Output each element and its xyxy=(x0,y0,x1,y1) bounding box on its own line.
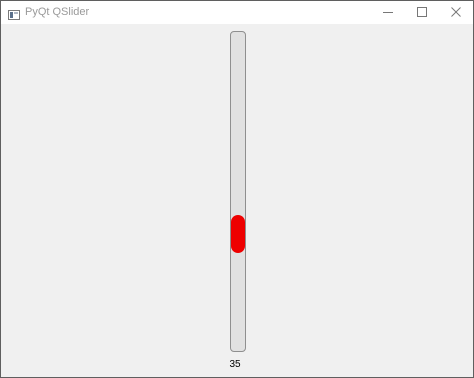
maximize-icon xyxy=(417,7,427,17)
main-window: PyQt QSlider 35 xyxy=(0,0,474,378)
minimize-icon xyxy=(383,12,393,13)
maximize-button[interactable] xyxy=(405,1,439,24)
app-icon xyxy=(8,7,20,20)
slider-groove[interactable] xyxy=(230,31,246,352)
client-area: 35 xyxy=(1,24,473,377)
vertical-slider[interactable] xyxy=(230,31,246,352)
close-icon xyxy=(451,7,461,17)
title-bar[interactable]: PyQt QSlider xyxy=(1,1,473,24)
slider-value-label: 35 xyxy=(229,359,241,370)
close-button[interactable] xyxy=(439,1,473,24)
minimize-button[interactable] xyxy=(371,1,405,24)
window-title: PyQt QSlider xyxy=(25,6,90,18)
slider-handle[interactable] xyxy=(231,214,245,253)
